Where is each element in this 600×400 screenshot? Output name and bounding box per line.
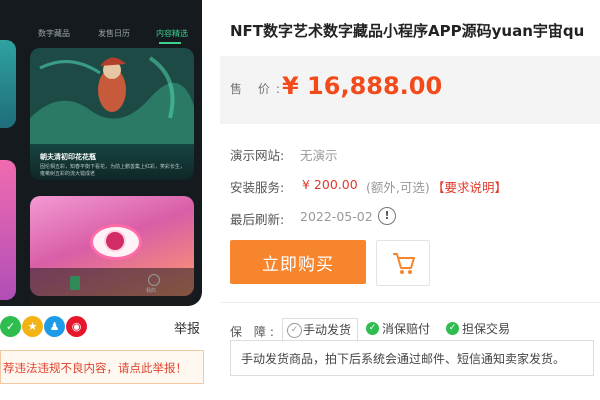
tag-escrow-transaction[interactable]: ✓ 担保交易 xyxy=(442,318,516,340)
tag-consumer-protection[interactable]: ✓ 消保赔付 xyxy=(362,318,436,340)
refresh-value: 2022-05-02 xyxy=(300,209,373,224)
wechat-share-icon[interactable]: ✓ xyxy=(0,316,21,337)
install-note: (额外,可选) xyxy=(366,180,430,195)
phone-screenshot: 数字藏品 发售日历 内容精选 朝夫清初印花花瓶 固伦相五彩，知春平衡下看花，为前… xyxy=(0,0,202,306)
phone-tab-featured: 内容精选 xyxy=(156,29,188,38)
product-preview[interactable]: 数字藏品 发售日历 内容精选 朝夫清初印花花瓶 固伦相五彩，知春平衡下看花，为前… xyxy=(0,0,210,310)
cart-icon xyxy=(393,253,415,274)
buy-now-button[interactable]: 立即购买 xyxy=(230,240,366,284)
add-to-cart-button[interactable] xyxy=(376,240,430,286)
guarantee-description: 手动发货商品，拍下后系统会通过邮件、短信通知卖家发货。 xyxy=(230,340,594,376)
product-title: NFT数字艺术数字藏品小程序APP源码yuan宇宙qu xyxy=(230,22,585,40)
check-icon: ✓ xyxy=(287,323,302,338)
nft-card-vase: 朝夫清初印花花瓶 固伦相五彩，知春平衡下看花，为前上鹏善集上红彩，笑彩长生，雍嗽… xyxy=(30,48,194,180)
tag-label: 手动发货 xyxy=(303,323,352,337)
weibo-share-icon[interactable]: ◉ xyxy=(66,316,87,337)
check-icon: ✓ xyxy=(366,322,379,335)
demo-label: 演示网站: xyxy=(230,148,285,163)
phone-tabs: 数字藏品 发售日历 内容精选 xyxy=(0,22,202,44)
price-label: 售 价: xyxy=(230,82,286,96)
side-art-bottom xyxy=(0,160,16,300)
home-nav-icon xyxy=(70,276,80,290)
user-nav-icon xyxy=(148,274,160,286)
nft-artwork-figure xyxy=(30,48,194,144)
tag-label: 消保赔付 xyxy=(382,322,431,336)
guarantee-label: 保 障: xyxy=(230,325,278,339)
tag-manual-delivery[interactable]: ✓ 手动发货 xyxy=(282,318,359,342)
tag-label: 担保交易 xyxy=(462,322,511,336)
phone-bottom-nav: 我的 xyxy=(30,268,194,306)
report-link[interactable]: 举报 xyxy=(174,318,200,337)
price-value: ¥ 16,888.00 xyxy=(282,72,443,100)
info-alert-icon[interactable]: ! xyxy=(378,207,396,225)
check-icon: ✓ xyxy=(446,322,459,335)
refresh-label: 最后刷新: xyxy=(230,212,285,227)
side-art-top xyxy=(0,40,16,128)
nav-label-mine: 我的 xyxy=(146,288,157,294)
tab-underline xyxy=(159,42,181,44)
nft-card-desc: 固伦相五彩，知春平衡下看花，为前上鹏善集上红彩，笑彩长生，雍嗽树五彩的流大错成老 xyxy=(40,164,186,177)
install-requirements-link[interactable]: 【要求说明】 xyxy=(432,177,507,196)
qzone-share-icon[interactable]: ★ xyxy=(22,316,43,337)
phone-tab-calendar: 发售日历 xyxy=(98,29,130,38)
demo-value: 无演示 xyxy=(300,148,338,163)
nft-card-title: 朝夫清初印花花瓶 xyxy=(40,153,96,161)
report-notice[interactable]: 荐违法违规不良内容，请点此举报！ xyxy=(0,350,204,384)
eye-artwork-pupil xyxy=(104,230,126,252)
install-label: 安装服务: xyxy=(230,180,285,195)
qq-share-icon[interactable]: ♟ xyxy=(44,316,65,337)
install-price: ¥ 200.00 xyxy=(302,177,358,192)
phone-tab-collection: 数字藏品 xyxy=(38,29,70,38)
